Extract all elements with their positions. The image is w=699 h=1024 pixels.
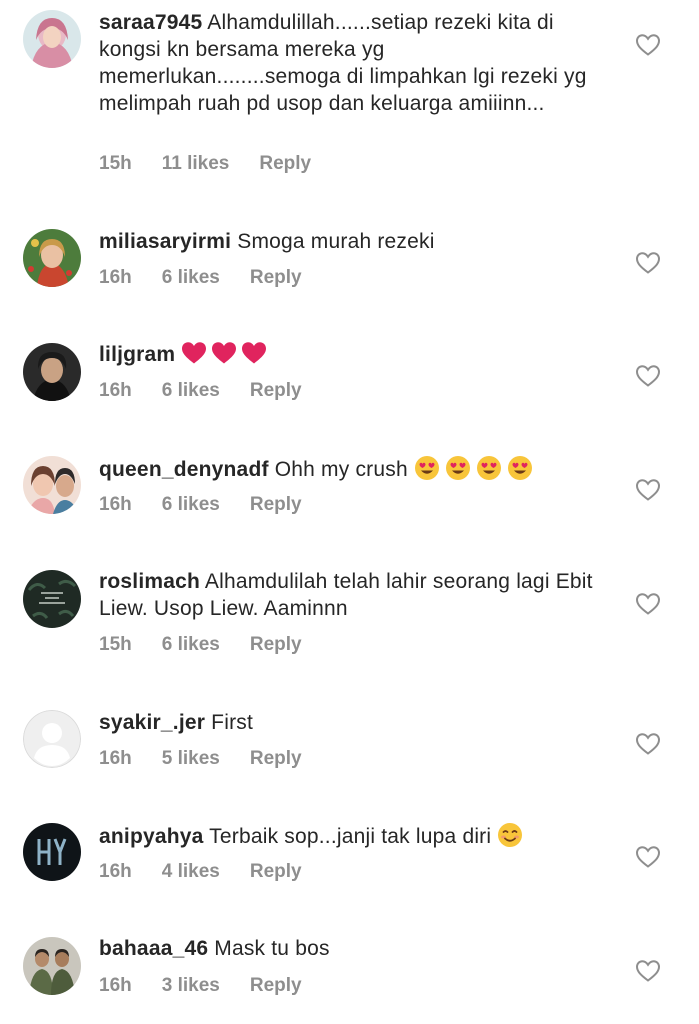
red-heart-icon	[241, 341, 267, 365]
comment-username[interactable]: anipyahya	[99, 825, 204, 848]
heart-eyes-icon	[445, 455, 471, 481]
like-button[interactable]	[635, 845, 661, 869]
heart-outline-icon	[635, 960, 661, 982]
comment-likes[interactable]: 4 likes	[162, 861, 220, 882]
like-button[interactable]	[635, 251, 661, 275]
comment-time: 15h	[99, 634, 132, 655]
heart-eyes-icon	[414, 455, 440, 481]
reply-button[interactable]: Reply	[250, 748, 302, 769]
heart-outline-icon	[635, 479, 661, 501]
heart-outline-icon	[635, 252, 661, 274]
avatar[interactable]	[23, 456, 81, 514]
comment-meta: 15h 11 likes Reply	[99, 153, 341, 175]
reply-button[interactable]: Reply	[250, 494, 302, 515]
red-heart-icon	[181, 341, 207, 365]
default-avatar-icon	[23, 710, 81, 768]
reply-button[interactable]: Reply	[259, 153, 311, 174]
comment-time: 16h	[99, 267, 132, 288]
like-button[interactable]	[635, 33, 661, 57]
comment-likes[interactable]: 6 likes	[162, 267, 220, 288]
comment-text: Smoga murah rezeki	[237, 230, 435, 253]
comment-text: Mask tu bos	[214, 937, 330, 960]
comment-likes[interactable]: 6 likes	[162, 494, 220, 515]
avatar[interactable]	[23, 10, 81, 68]
avatar[interactable]	[23, 229, 81, 287]
comment-meta: 15h 6 likes Reply	[99, 634, 332, 656]
heart-outline-icon	[635, 34, 661, 56]
like-button[interactable]	[635, 478, 661, 502]
comment-username[interactable]: miliasaryirmi	[99, 230, 231, 253]
comment-time: 16h	[99, 748, 132, 769]
avatar[interactable]	[23, 823, 81, 881]
comment-meta: 16h 6 likes Reply	[99, 267, 332, 289]
comment-time: 15h	[99, 153, 132, 174]
comment-username[interactable]: bahaaa_46	[99, 937, 208, 960]
like-button[interactable]	[635, 732, 661, 756]
comment-time: 16h	[99, 494, 132, 515]
comment-likes[interactable]: 6 likes	[162, 634, 220, 655]
comment-time: 16h	[99, 975, 132, 996]
comment-likes[interactable]: 5 likes	[162, 748, 220, 769]
heart-outline-icon	[635, 846, 661, 868]
comment-likes[interactable]: 11 likes	[162, 153, 230, 174]
comment-username[interactable]: liljgram	[99, 343, 175, 366]
comment-meta: 16h 3 likes Reply	[99, 975, 332, 997]
comment-username[interactable]: roslimach	[99, 570, 200, 593]
comment-time: 16h	[99, 380, 132, 401]
avatar[interactable]	[23, 570, 81, 628]
comment-meta: 16h 4 likes Reply	[99, 861, 332, 883]
red-heart-icon	[211, 341, 237, 365]
comment-text: Ohh my crush	[274, 458, 408, 481]
comment-text: Terbaik sop...janji tak lupa diri	[209, 825, 492, 848]
comment-text: First	[211, 711, 253, 734]
like-button[interactable]	[635, 959, 661, 983]
heart-outline-icon	[635, 593, 661, 615]
like-button[interactable]	[635, 592, 661, 616]
comment-time: 16h	[99, 861, 132, 882]
comment-username[interactable]: saraa7945	[99, 11, 202, 34]
avatar[interactable]	[23, 937, 81, 995]
comment-likes[interactable]: 3 likes	[162, 975, 220, 996]
reply-button[interactable]: Reply	[250, 975, 302, 996]
comment-username[interactable]: syakir_.jer	[99, 711, 205, 734]
reply-button[interactable]: Reply	[250, 634, 302, 655]
reply-button[interactable]: Reply	[250, 861, 302, 882]
heart-eyes-icon	[507, 455, 533, 481]
comment-meta: 16h 6 likes Reply	[99, 494, 332, 516]
comment-meta: 16h 6 likes Reply	[99, 380, 332, 402]
comment-likes[interactable]: 6 likes	[162, 380, 220, 401]
reply-button[interactable]: Reply	[250, 267, 302, 288]
smiling-face-icon	[497, 822, 523, 848]
avatar[interactable]	[23, 343, 81, 401]
reply-button[interactable]: Reply	[250, 380, 302, 401]
avatar[interactable]	[23, 710, 81, 768]
comment-username[interactable]: queen_denynadf	[99, 458, 269, 481]
like-button[interactable]	[635, 364, 661, 388]
heart-outline-icon	[635, 365, 661, 387]
heart-eyes-icon	[476, 455, 502, 481]
comment-meta: 16h 5 likes Reply	[99, 748, 332, 770]
heart-outline-icon	[635, 733, 661, 755]
